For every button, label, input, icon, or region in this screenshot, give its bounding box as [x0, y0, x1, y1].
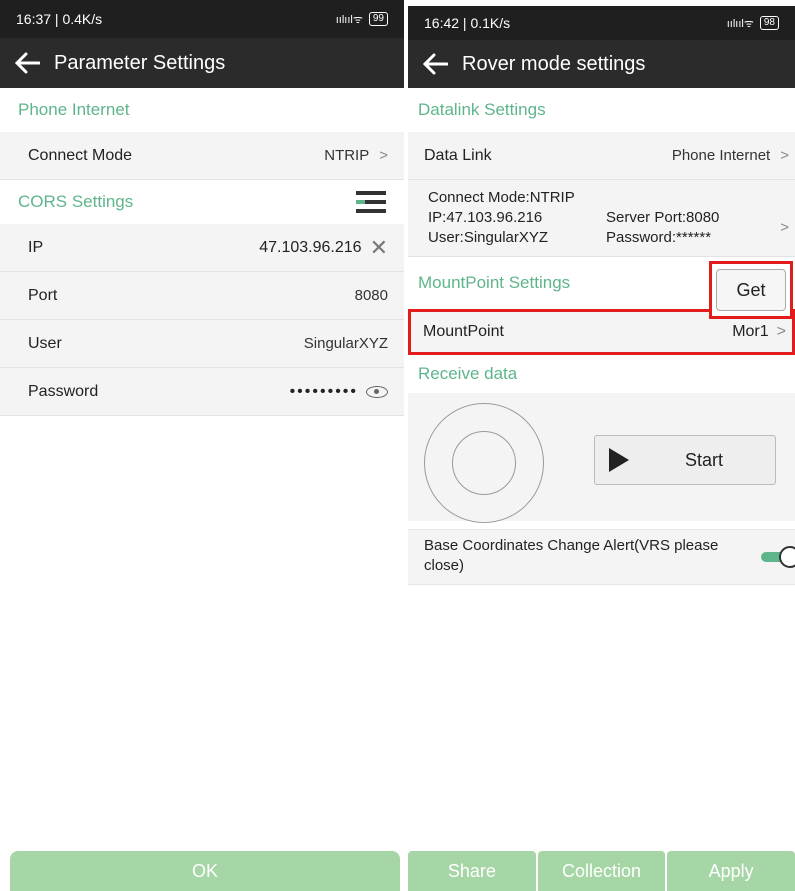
- start-button[interactable]: Start: [594, 435, 776, 485]
- apply-button[interactable]: Apply: [667, 851, 795, 891]
- data-link-row[interactable]: Data Link Phone Internet >: [408, 132, 795, 180]
- section-header-phone-internet: Phone Internet: [0, 88, 404, 132]
- port-input[interactable]: 8080: [355, 287, 388, 304]
- battery-icon: 98: [759, 16, 779, 30]
- page-title: Parameter Settings: [54, 51, 226, 74]
- play-icon: [609, 448, 629, 472]
- signal-icon: ıılıılᯤ: [726, 17, 754, 30]
- section-header-mountpoint: MountPoint Settings Get: [408, 257, 795, 319]
- status-time: 16:42 | 0.1K/s: [424, 15, 511, 31]
- chevron-right-icon: >: [780, 147, 789, 164]
- password-row[interactable]: Password •••••••••: [0, 368, 404, 416]
- section-header-receive: Receive data: [408, 355, 795, 393]
- battery-icon: 99: [368, 12, 388, 26]
- port-label: Port: [28, 286, 58, 304]
- ip-input[interactable]: 47.103.96.216: [259, 239, 361, 257]
- connect-mode-row[interactable]: Connect Mode NTRIP >: [0, 132, 404, 180]
- status-bar: 16:37 | 0.4K/s ıılıılᯤ 99: [0, 0, 404, 38]
- right-screen: 16:42 | 0.1K/s ıılıılᯤ 98 Rover mode set…: [408, 0, 795, 891]
- chevron-right-icon: >: [379, 147, 388, 164]
- mountpoint-header-label: MountPoint Settings: [418, 273, 571, 292]
- mountpoint-label: MountPoint: [423, 323, 504, 340]
- mountpoint-value: Mor1: [732, 323, 769, 340]
- share-button[interactable]: Share: [408, 851, 536, 891]
- alert-label: Base Coordinates Change Alert(VRS please…: [424, 537, 719, 574]
- get-highlight: Get: [709, 261, 793, 319]
- chevron-right-icon: >: [780, 219, 789, 236]
- start-label: Start: [685, 449, 724, 470]
- ip-label: IP: [28, 238, 44, 256]
- signal-indicator-inner: [452, 431, 516, 495]
- receive-data-panel: Start: [408, 393, 795, 523]
- base-change-alert-row[interactable]: Base Coordinates Change Alert(VRS please…: [408, 529, 795, 585]
- password-label: Password: [28, 382, 99, 400]
- ip-row[interactable]: IP 47.103.96.216 ✕: [0, 224, 404, 272]
- status-time: 16:37 | 0.4K/s: [16, 11, 103, 27]
- server-port-text: Server Port:8080: [606, 209, 720, 226]
- section-header-cors: CORS Settings: [0, 180, 404, 224]
- password-input[interactable]: •••••••••: [290, 383, 358, 401]
- password-text: Password:******: [606, 229, 712, 246]
- system-icons: ıılıılᯤ 98: [727, 16, 779, 31]
- status-bar: 16:42 | 0.1K/s ıılıılᯤ 98: [408, 6, 795, 40]
- user-text: User:SingularXYZ: [428, 229, 549, 246]
- clear-icon[interactable]: ✕: [370, 235, 388, 261]
- section-header-datalink: Datalink Settings: [408, 88, 795, 132]
- user-label: User: [28, 334, 62, 352]
- collection-button[interactable]: Collection: [537, 851, 666, 891]
- data-link-value: Phone Internet: [671, 147, 771, 164]
- connection-info[interactable]: Connect Mode:NTRIP IP:47.103.96.216 Serv…: [408, 180, 795, 257]
- chevron-right-icon: >: [776, 323, 786, 340]
- eye-icon[interactable]: [366, 385, 388, 398]
- alert-toggle[interactable]: [761, 546, 795, 568]
- back-arrow-icon[interactable]: [10, 46, 44, 80]
- left-screen: 16:37 | 0.4K/s ıılıılᯤ 99 Parameter Sett…: [0, 0, 404, 891]
- connect-mode-text: Connect Mode:NTRIP: [428, 189, 575, 206]
- cors-header-label: CORS Settings: [18, 192, 134, 211]
- app-bar: Rover mode settings: [408, 40, 795, 88]
- ok-button[interactable]: OK: [10, 851, 400, 891]
- ip-text: IP:47.103.96.216: [428, 209, 543, 226]
- system-icons: ıılıılᯤ 99: [336, 12, 388, 27]
- get-button[interactable]: Get: [716, 269, 786, 311]
- user-row[interactable]: User SingularXYZ: [0, 320, 404, 368]
- port-row[interactable]: Port 8080: [0, 272, 404, 320]
- connect-mode-label: Connect Mode: [28, 146, 133, 164]
- page-title: Rover mode settings: [462, 52, 646, 75]
- connect-mode-value: NTRIP: [324, 147, 370, 164]
- signal-icon: ıılıılᯤ: [335, 13, 363, 26]
- action-bar: Share Collection Apply: [408, 851, 795, 891]
- app-bar: Parameter Settings: [0, 38, 404, 88]
- data-link-label: Data Link: [424, 146, 492, 164]
- list-menu-icon[interactable]: [356, 189, 386, 215]
- user-input[interactable]: SingularXYZ: [304, 335, 388, 352]
- back-arrow-icon[interactable]: [418, 47, 452, 81]
